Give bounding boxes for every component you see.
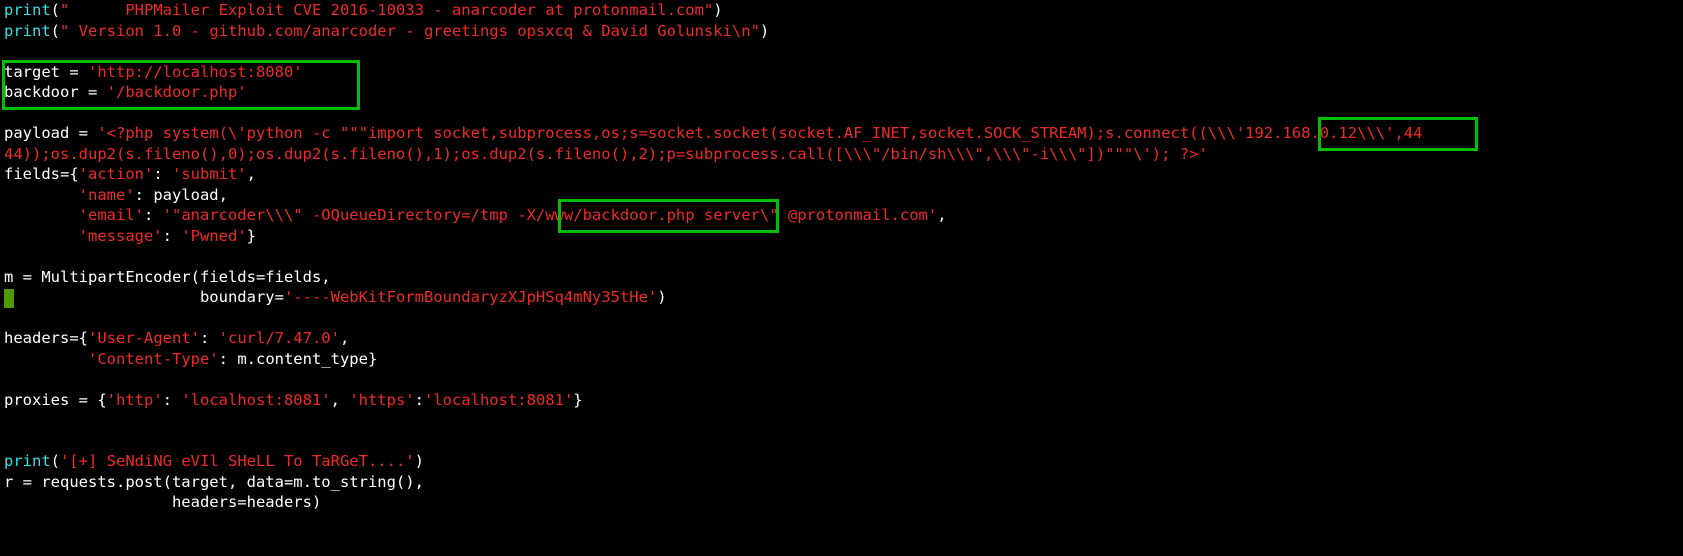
fn-print: print bbox=[4, 22, 51, 40]
fn-print: print bbox=[4, 452, 51, 470]
target-assign: target = bbox=[4, 63, 88, 81]
fn-print: print bbox=[4, 1, 51, 19]
terminal-code: print(" PHPMailer Exploit CVE 2016-10033… bbox=[0, 0, 1683, 513]
multipart-call: m = MultipartEncoder(fields=fields, bbox=[4, 268, 331, 286]
text-cursor bbox=[4, 289, 14, 308]
payload-assign: payload = bbox=[4, 124, 97, 142]
backdoor-assign: backdoor = bbox=[4, 83, 107, 101]
requests-post: r = requests.post(target, data=m.to_stri… bbox=[4, 473, 424, 491]
